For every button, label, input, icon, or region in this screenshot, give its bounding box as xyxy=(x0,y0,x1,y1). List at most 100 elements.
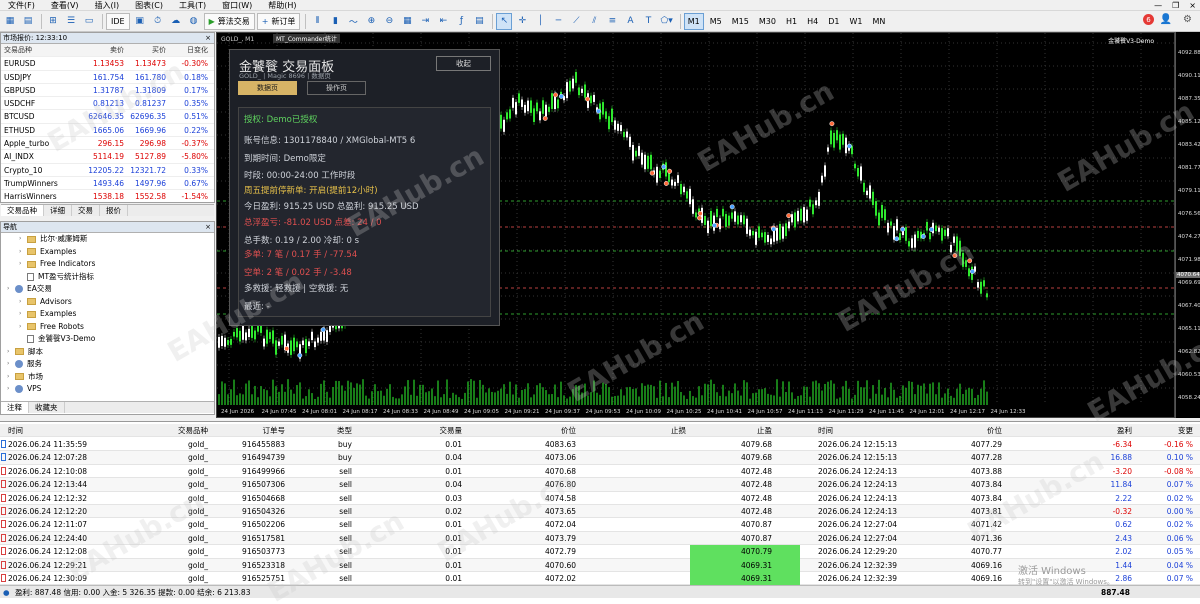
timeframe-m5[interactable]: M5 xyxy=(706,13,726,30)
trade-marker[interactable] xyxy=(829,121,835,127)
label-icon[interactable]: T xyxy=(640,13,656,30)
market-row[interactable]: Crypto_10 12205.22 12321.72 0.33% xyxy=(1,164,214,177)
trade-marker[interactable] xyxy=(894,236,900,242)
market-row[interactable]: BTCUSD 62646.35 62696.35 0.51% xyxy=(1,110,214,124)
menu-item[interactable]: 查看(V) xyxy=(43,0,87,11)
minimize-icon[interactable]: — xyxy=(1154,0,1162,11)
market-tab[interactable]: 报价 xyxy=(100,204,128,216)
profiles-icon[interactable]: ▤ xyxy=(20,13,36,30)
ide-button[interactable]: IDE xyxy=(106,12,130,30)
navigator-item[interactable]: MT盈亏统计指标 xyxy=(1,271,214,284)
line-chart-icon[interactable]: 〜 xyxy=(345,13,361,30)
trade-marker[interactable] xyxy=(667,168,673,174)
market-header[interactable]: 交易品种 xyxy=(1,44,85,56)
shapes-icon[interactable]: ⬠▾ xyxy=(658,13,674,30)
data-window-icon[interactable]: ▣ xyxy=(132,13,148,30)
text-icon[interactable]: A xyxy=(622,13,638,30)
history-column-header[interactable]: 订单号 xyxy=(215,424,286,437)
expand-icon[interactable]: › xyxy=(19,246,27,259)
price-scale[interactable]: 4092.88 4090.11 4087.35 4085.12 4083.42 4081.… xyxy=(1175,32,1200,418)
close-icon[interactable]: × xyxy=(205,222,214,232)
cursor-icon[interactable]: ↖ xyxy=(496,12,513,30)
history-row[interactable]: 2026.06.24 11:35:59 gold_ 916455883 buy 0.01… xyxy=(0,438,1200,452)
navigator-tab[interactable]: 收藏夹 xyxy=(29,402,65,413)
bar-chart-icon[interactable]: ⫴ xyxy=(309,13,325,30)
zoom-out-icon[interactable]: ⊖ xyxy=(381,13,397,30)
menu-item[interactable]: 工具(T) xyxy=(171,0,214,11)
menu-item[interactable]: 帮助(H) xyxy=(260,0,304,11)
trade-marker[interactable] xyxy=(969,269,975,274)
market-row[interactable]: HarrisWinners 1538.18 1552.58 -1.54% xyxy=(1,190,214,204)
trade-marker[interactable] xyxy=(920,234,926,239)
ea-trade-panel[interactable]: 金饕餮 交易面板 GOLD_ | Magic 8696 | 数据页 收起 数据页… xyxy=(229,49,500,326)
strategy-tester-icon[interactable]: ⏱ xyxy=(150,13,166,30)
history-column-header[interactable]: 交易量 xyxy=(400,424,463,437)
navigator-item[interactable]: › 市场 xyxy=(1,371,214,384)
trade-marker[interactable] xyxy=(558,93,564,99)
history-row[interactable]: 2026.06.24 12:10:08 gold_ 916499966 sell 0.0… xyxy=(0,465,1200,479)
history-column-header[interactable]: 类型 xyxy=(300,424,352,437)
navigator-item[interactable]: › Examples xyxy=(1,246,214,259)
trend-line-icon[interactable]: ⟋ xyxy=(568,13,584,30)
history-row[interactable]: 2026.06.24 12:12:32 gold_ 916504668 sell 0.0… xyxy=(0,492,1200,505)
timeframe-m1[interactable]: M1 xyxy=(683,12,704,30)
trade-marker[interactable] xyxy=(585,96,591,102)
history-row[interactable]: 2026.06.24 12:07:28 gold_ 916494739 buy 0.04… xyxy=(0,451,1200,465)
auto-scroll-icon[interactable]: ⇥ xyxy=(417,13,433,30)
menu-item[interactable]: 图表(C) xyxy=(127,0,171,11)
market-header[interactable]: 买价 xyxy=(127,44,169,56)
market-tab[interactable]: 交易品种 xyxy=(1,204,44,216)
expand-icon[interactable]: › xyxy=(19,258,27,271)
market-row[interactable]: USDCHF 0.81213 0.81237 0.35% xyxy=(1,97,214,111)
trade-marker[interactable] xyxy=(697,215,702,221)
trade-marker[interactable] xyxy=(712,222,717,228)
market-row[interactable]: USDJPY 161.754 161.780 0.18% xyxy=(1,71,214,84)
market-watch-icon[interactable]: ⊞ xyxy=(45,13,61,30)
templates-icon[interactable]: ▤ xyxy=(471,13,487,30)
navigator-item[interactable]: › Examples xyxy=(1,308,214,321)
expand-icon[interactable]: › xyxy=(19,308,27,321)
trade-marker[interactable] xyxy=(786,213,792,219)
menu-item[interactable]: 插入(I) xyxy=(87,0,128,11)
trade-marker[interactable] xyxy=(929,227,934,232)
history-row[interactable]: 2026.06.24 12:12:08 gold_ 916503773 sell 0.0… xyxy=(0,545,1200,559)
history-column-header[interactable]: 变更 xyxy=(1145,424,1193,437)
navigator-tab[interactable]: 注释 xyxy=(1,402,29,413)
market-row[interactable]: EURUSD 1.13453 1.13473 -0.30% xyxy=(1,57,214,71)
expand-icon[interactable]: › xyxy=(7,383,15,396)
trade-marker[interactable] xyxy=(900,226,906,232)
expand-icon[interactable]: › xyxy=(7,346,15,359)
timeframe-d1[interactable]: D1 xyxy=(824,13,843,30)
timeframe-mn[interactable]: MN xyxy=(868,13,889,30)
crosshair-icon[interactable]: ✛ xyxy=(514,13,530,30)
close-icon[interactable]: × xyxy=(1189,0,1196,11)
history-column-header[interactable]: 价位 xyxy=(500,424,576,437)
navigator-item[interactable]: › EA交易 xyxy=(1,283,214,296)
trade-marker[interactable] xyxy=(661,164,667,170)
restore-icon[interactable]: ❐ xyxy=(1172,0,1179,11)
candles-icon[interactable]: ▮ xyxy=(327,13,343,30)
history-row[interactable]: 2026.06.24 12:24:40 gold_ 916517581 sell 0.0… xyxy=(0,531,1200,546)
trade-marker[interactable] xyxy=(297,352,303,358)
account-icon[interactable]: 👤 xyxy=(1160,14,1172,25)
trade-marker[interactable] xyxy=(320,327,326,333)
close-icon[interactable]: × xyxy=(205,33,214,43)
trade-marker[interactable] xyxy=(967,258,973,264)
expand-icon[interactable]: › xyxy=(19,233,27,246)
trade-marker[interactable] xyxy=(771,226,777,232)
navigator-item[interactable]: › 服务 xyxy=(1,358,214,371)
trade-marker[interactable] xyxy=(553,92,559,98)
tab-data-page[interactable]: 数据页 xyxy=(238,81,297,95)
market-row[interactable]: Apple_turbo 296.15 296.98 -0.37% xyxy=(1,137,214,151)
new-chart-icon[interactable]: ▦ xyxy=(2,13,18,30)
zoom-in-icon[interactable]: ⊕ xyxy=(363,13,379,30)
market-row[interactable]: ETHUSD 1665.06 1669.96 0.22% xyxy=(1,124,214,138)
timeframe-m30[interactable]: M30 xyxy=(755,13,780,30)
trade-marker[interactable] xyxy=(952,253,958,259)
channel-icon[interactable]: ⫽ xyxy=(586,13,602,30)
expand-icon[interactable]: › xyxy=(7,283,15,296)
timeframe-w1[interactable]: W1 xyxy=(845,13,866,30)
trade-marker[interactable] xyxy=(846,143,852,149)
algo-trading-button[interactable]: ▶ 算法交易 xyxy=(203,12,255,30)
navigator-item[interactable]: › VPS xyxy=(1,383,214,396)
